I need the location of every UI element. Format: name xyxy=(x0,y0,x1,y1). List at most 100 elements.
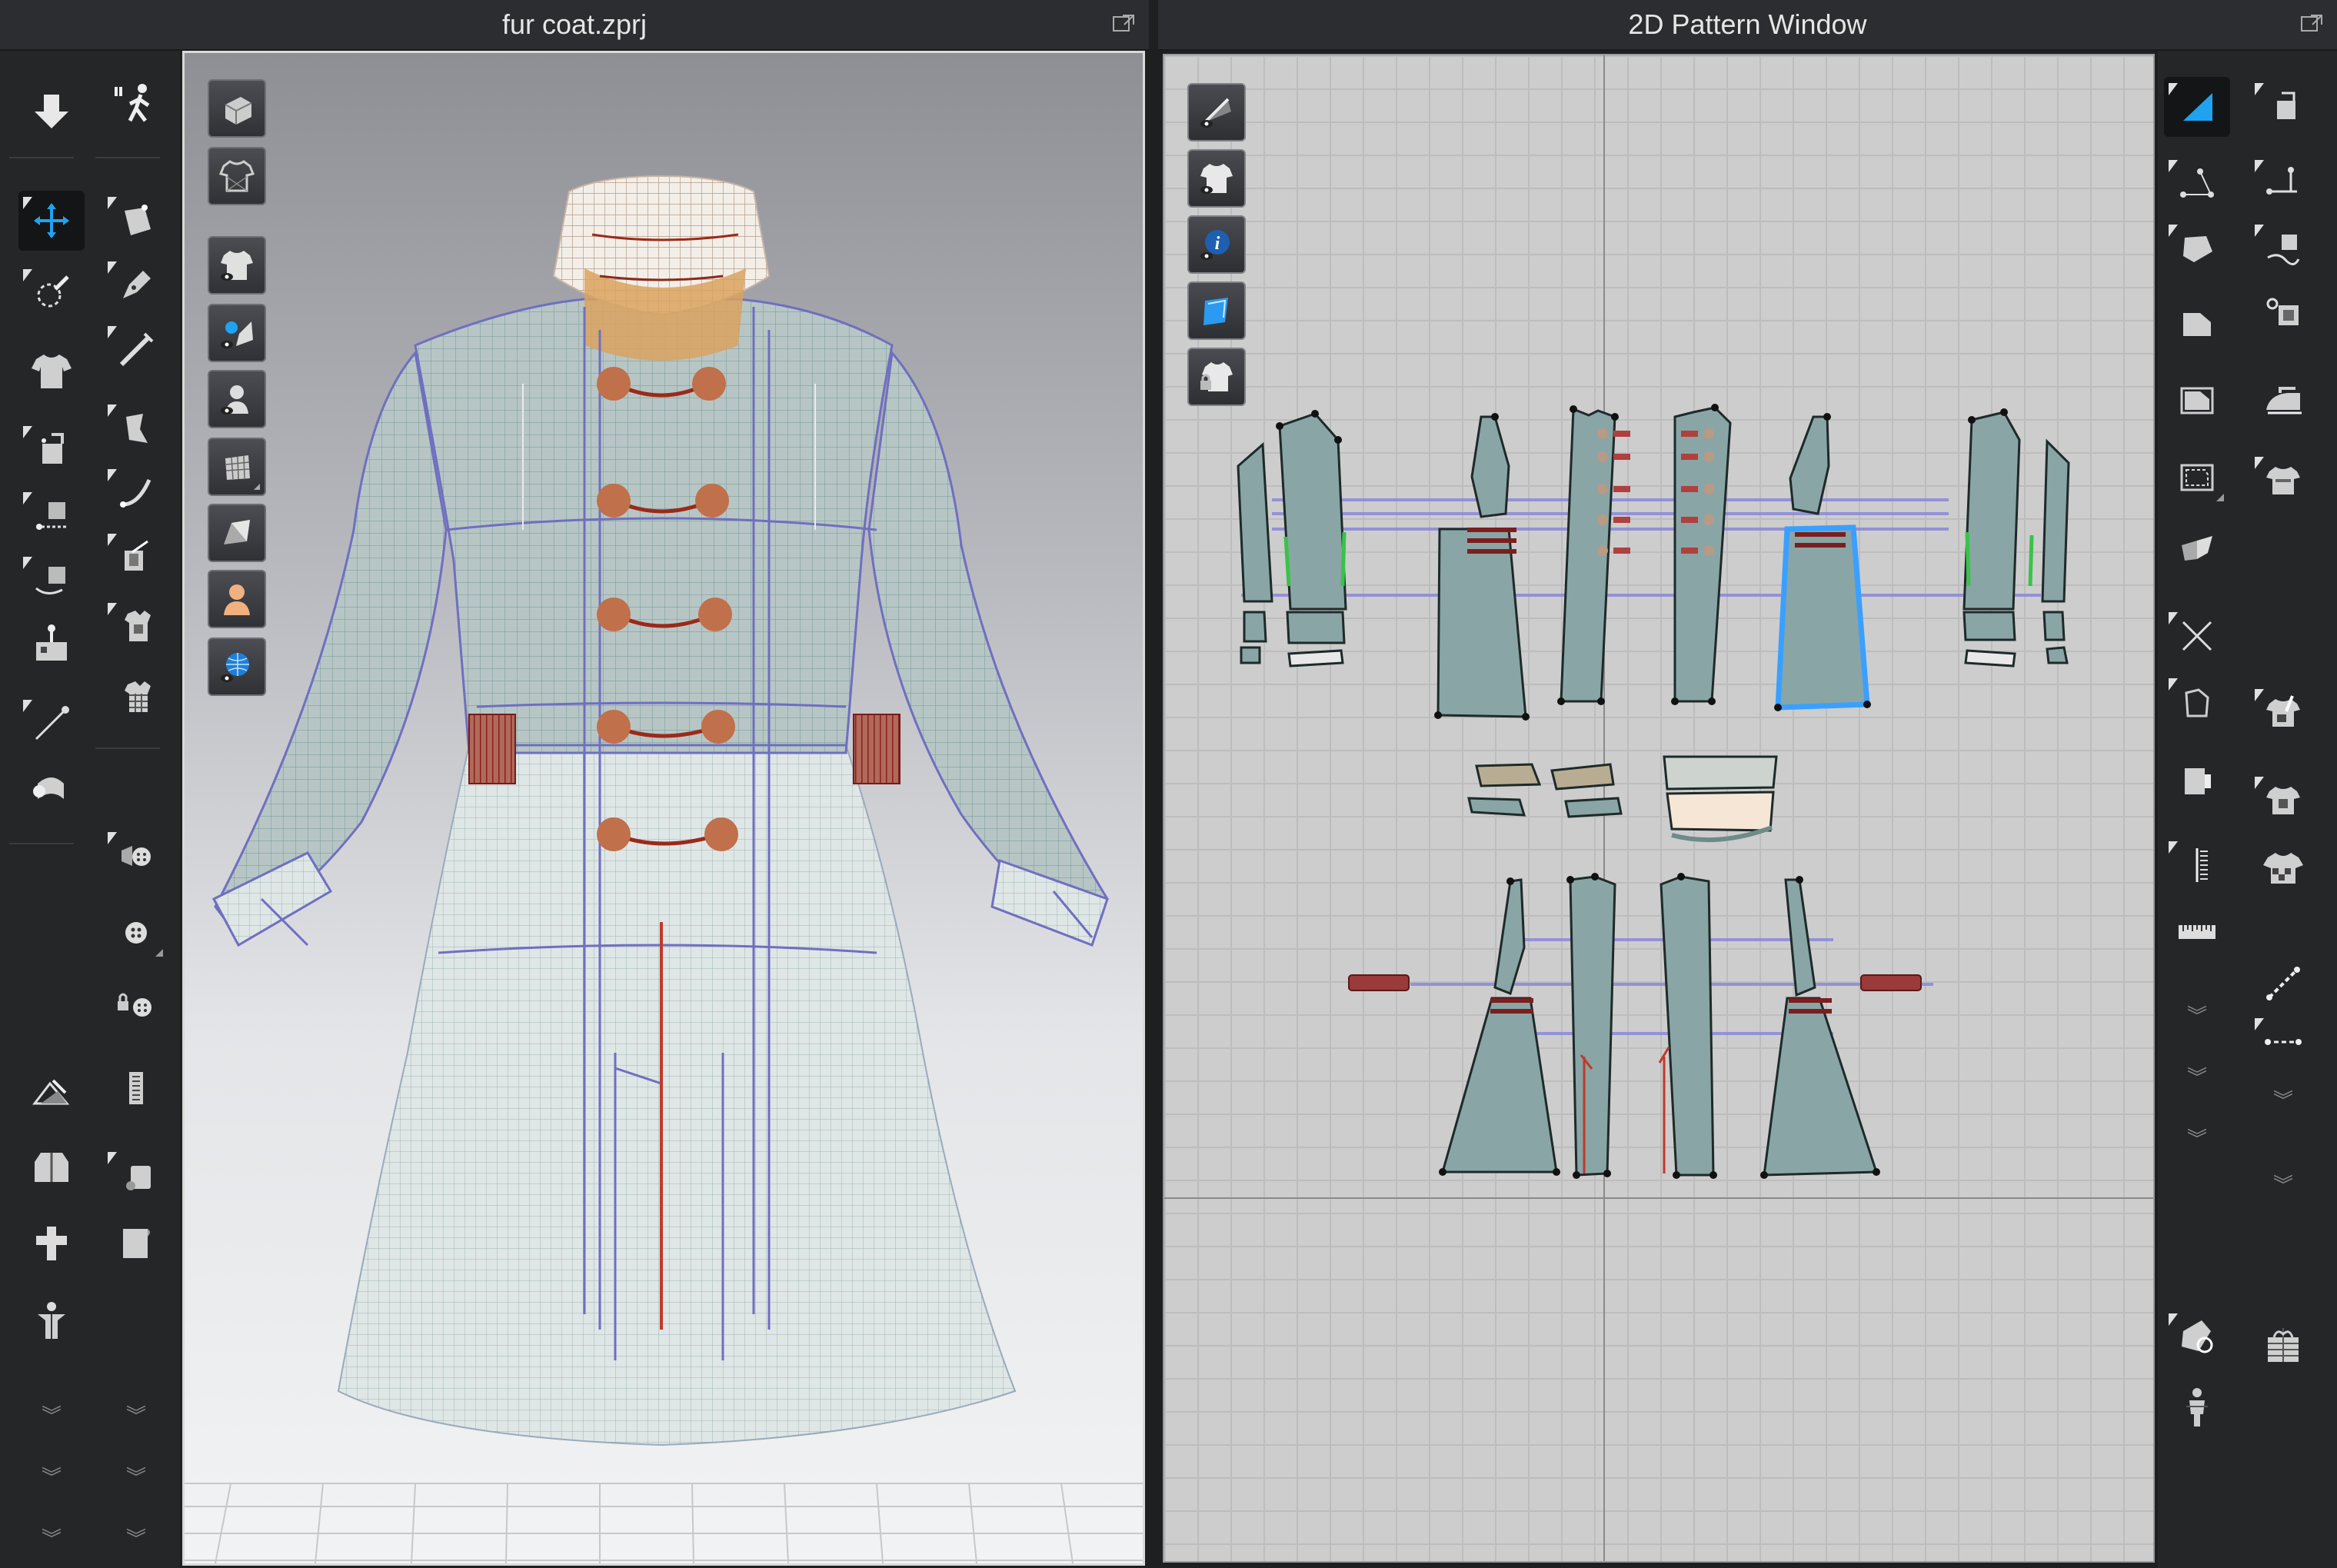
puckering-icon[interactable] xyxy=(103,1146,169,1206)
move-gizmo-icon[interactable] xyxy=(18,191,85,251)
edit-sewing-icon[interactable] xyxy=(2250,77,2316,137)
iron-icon[interactable] xyxy=(2250,371,2316,431)
popout-icon[interactable] xyxy=(2300,12,2323,34)
tshirt-pin-icon[interactable] xyxy=(2250,683,2316,743)
tack-icon[interactable] xyxy=(18,486,85,546)
chevron-down-icon[interactable]: ︾ xyxy=(18,1404,85,1427)
cross-line-icon[interactable] xyxy=(2164,606,2230,666)
gusset-icon[interactable] xyxy=(2164,751,2230,811)
chevron-down-icon[interactable]: ︾ xyxy=(103,1404,169,1427)
line-pin-icon[interactable] xyxy=(18,694,85,754)
tshirt-icon[interactable] xyxy=(18,341,85,401)
separator xyxy=(9,843,74,844)
polygon-icon[interactable] xyxy=(2164,218,2230,278)
2d-pattern-viewport[interactable]: i xyxy=(1163,54,2155,1563)
environment-display-icon[interactable] xyxy=(208,638,266,696)
fold-icon[interactable] xyxy=(18,758,85,818)
dashed-rectangle-icon[interactable] xyxy=(2164,448,2230,508)
chevron-down-icon[interactable]: ︾ xyxy=(18,1527,85,1550)
texture-edit-icon[interactable] xyxy=(103,528,169,588)
upper-patterns xyxy=(1237,406,2070,718)
lock-pattern-icon[interactable] xyxy=(1187,348,1246,406)
arrange-points-icon[interactable] xyxy=(18,1213,85,1273)
seam-line-icon[interactable] xyxy=(2164,835,2230,895)
ruler-icon[interactable] xyxy=(2164,901,2230,961)
chevron-down-icon[interactable]: ︾ xyxy=(18,1466,85,1489)
lock-button-icon[interactable] xyxy=(103,977,169,1037)
curve-edit-icon[interactable] xyxy=(103,463,169,523)
dashed-line-icon[interactable] xyxy=(2250,1012,2316,1072)
gift-box-icon[interactable] xyxy=(2250,1315,2316,1375)
transform-pattern-icon[interactable] xyxy=(2164,77,2230,137)
info-display-icon[interactable]: i xyxy=(1187,215,1246,274)
topstitch-icon[interactable] xyxy=(103,667,169,727)
separator xyxy=(95,157,160,158)
button-icon[interactable] xyxy=(103,826,169,886)
selected-pattern xyxy=(1775,524,1870,711)
chevron-down-icon[interactable]: ︾ xyxy=(103,1527,169,1550)
buttonhole-icon[interactable] xyxy=(103,903,169,963)
fold-arrange-icon[interactable] xyxy=(18,420,85,480)
pen-icon[interactable] xyxy=(103,255,169,315)
edit-pattern-icon[interactable] xyxy=(103,191,169,251)
pattern-scene xyxy=(1164,55,2153,1561)
avatar-pose-icon[interactable] xyxy=(18,1292,85,1352)
segment-sewing-icon[interactable] xyxy=(2250,154,2316,214)
separator xyxy=(95,747,160,749)
tshirt-checker-icon[interactable] xyxy=(2250,838,2316,898)
chevron-down-icon[interactable]: ︾ xyxy=(103,1466,169,1489)
left-toolbar: ︾ ︾ ︾ ︾ ︾ ︾ xyxy=(0,51,180,1568)
lower-patterns xyxy=(1441,875,1879,1177)
select-mesh-brush-icon[interactable] xyxy=(18,263,85,323)
chevron-down-icon[interactable]: ︾ xyxy=(2164,1127,2230,1150)
collar-patterns xyxy=(1467,755,1778,832)
edit-render-icon[interactable] xyxy=(18,1063,85,1123)
dashed-slash-icon[interactable] xyxy=(2250,954,2316,1014)
skin-display-icon[interactable] xyxy=(208,570,266,628)
garment-display-icon[interactable] xyxy=(208,236,266,295)
dart-icon[interactable] xyxy=(2164,672,2230,732)
tack-on-avatar-icon[interactable] xyxy=(18,551,85,611)
tshirt-arrange-icon[interactable] xyxy=(2250,451,2316,511)
graphic-icon[interactable] xyxy=(103,597,169,657)
chevron-down-icon[interactable]: ︾ xyxy=(2164,1066,2230,1089)
internal-rectangle-icon[interactable] xyxy=(2164,371,2230,431)
tshirt-texture-icon[interactable] xyxy=(2250,771,2316,831)
texture-view-icon[interactable] xyxy=(1187,281,1246,340)
3d-scene xyxy=(185,175,1143,1563)
tape-icon[interactable] xyxy=(103,1213,169,1273)
transform-pattern-icon[interactable] xyxy=(103,398,169,458)
zipper-icon[interactable] xyxy=(103,1058,169,1118)
fabric-display-icon[interactable] xyxy=(208,304,266,362)
svg-text:i: i xyxy=(1215,234,1220,254)
chevron-down-icon[interactable]: ︾ xyxy=(2250,1174,2316,1197)
coat-skirt xyxy=(337,744,1017,1446)
arrow-down-icon[interactable] xyxy=(18,82,85,141)
show-garment-icon[interactable] xyxy=(208,147,266,205)
mesh-display-icon[interactable] xyxy=(208,438,266,496)
pin-icon[interactable] xyxy=(18,615,85,675)
chevron-down-icon[interactable]: ︾ xyxy=(2250,1089,2316,1112)
chevron-down-icon[interactable]: ︾ xyxy=(2164,1004,2230,1027)
avatar-display-icon[interactable] xyxy=(208,370,266,428)
popout-icon[interactable] xyxy=(1112,12,1135,34)
edit-curvature-icon[interactable] xyxy=(103,320,169,380)
pattern-display-icon[interactable] xyxy=(1187,83,1246,141)
solid-display-icon[interactable] xyxy=(208,504,266,562)
trim-sewing-icon[interactable] xyxy=(2250,283,2316,343)
avatar-measure-icon[interactable] xyxy=(2164,1378,2230,1438)
fabric-settings-icon[interactable] xyxy=(2164,1307,2230,1367)
waist-elastic-left xyxy=(468,714,516,784)
3d-viewport[interactable] xyxy=(182,51,1145,1566)
separator xyxy=(9,157,74,158)
walk-pose-icon[interactable] xyxy=(103,75,169,135)
symmetry-icon[interactable] xyxy=(2164,520,2230,580)
show-avatar-icon[interactable] xyxy=(208,79,266,138)
avatar-jacket-icon[interactable] xyxy=(18,1137,85,1197)
3d-window-titlebar: fur coat.zprj xyxy=(0,0,1149,51)
rectangle-icon[interactable] xyxy=(2164,294,2230,354)
edit-pattern-icon[interactable] xyxy=(2164,154,2230,214)
garment-view-icon[interactable] xyxy=(1187,149,1246,208)
free-sewing-icon[interactable] xyxy=(2250,218,2316,278)
waist-elastic-right xyxy=(853,714,901,784)
